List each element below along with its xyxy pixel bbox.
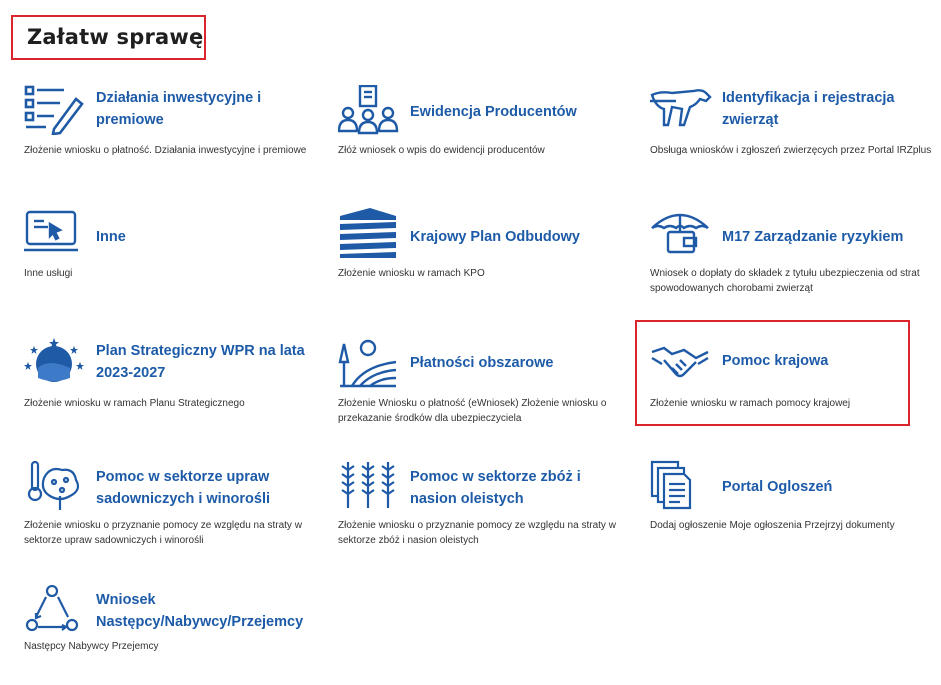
tile-description: Złożenie wniosku o przyznanie pomocy ze …: [338, 520, 616, 546]
fruit-tree-thermometer-icon: [24, 460, 86, 510]
tile-title[interactable]: Pomoc w sektorze zbóż i nasion oleistych: [410, 466, 630, 510]
umbrella-wallet-icon: [650, 208, 712, 258]
cow-icon: [650, 85, 712, 135]
tile-description: Złożenie wniosku o przyznanie pomocy ze …: [24, 520, 302, 546]
tile-title[interactable]: Pomoc krajowa: [722, 350, 941, 372]
tile-description: Złożenie wniosku o płatność. Działania i…: [24, 145, 307, 156]
tile-title[interactable]: Identyfikacja i rejestracja zwierząt: [722, 87, 941, 131]
tile-description: Złożenie wniosku w ramach KPO: [338, 268, 485, 279]
field-landscape-icon: [338, 338, 400, 388]
tile-pomoc-sadownicze-winorosli[interactable]: Pomoc w sektorze upraw sadowniczych i wi…: [24, 460, 324, 560]
tile-identyfikacja-rejestracja[interactable]: Identyfikacja i rejestracja zwierząt Obs…: [650, 85, 941, 185]
tile-plan-strategiczny-wpr[interactable]: Plan Strategiczny WPR na lata 2023-2027 …: [24, 338, 324, 438]
kpo-logo-icon: [338, 208, 400, 258]
tile-title[interactable]: Wniosek Następcy/Nabywcy/Przejemcy: [96, 589, 316, 633]
tile-description: Złożenie Wniosku o płatność (eWniosek) Z…: [338, 398, 607, 424]
tile-pomoc-zboz-nasion-oleistych[interactable]: Pomoc w sektorze zbóż i nasion oleistych…: [338, 460, 638, 560]
cycle-people-icon: [24, 584, 86, 635]
tile-pomoc-krajowa[interactable]: Pomoc krajowa Złożenie wniosku w ramach …: [650, 338, 941, 438]
tile-description: Następcy Nabywcy Przejemcy: [24, 641, 159, 652]
tile-description: Złóż wniosek o wpis do ewidencji produce…: [338, 145, 545, 156]
tile-title[interactable]: Płatności obszarowe: [410, 352, 630, 374]
wheat-icon: [338, 460, 400, 510]
tile-ewidencja-producentow[interactable]: Ewidencja Producentów Złóż wniosek o wpi…: [337, 84, 638, 185]
tile-title[interactable]: Działania inwestycyjne i premiowe: [96, 87, 316, 131]
tile-inne[interactable]: Inne Inne usługi: [24, 208, 324, 308]
laptop-cursor-icon: [24, 208, 86, 258]
tile-title[interactable]: Krajowy Plan Odbudowy: [410, 226, 630, 248]
eu-emblem-icon: [24, 338, 86, 388]
tile-title[interactable]: Portal Ogloszeń: [722, 476, 941, 498]
list-pencil-icon: [24, 85, 86, 136]
documents-stack-icon: [650, 460, 712, 510]
tile-portal-ogloszen[interactable]: Portal Ogloszeń Dodaj ogłoszenie Moje og…: [650, 460, 941, 560]
page-title-box: Załatw sprawę: [11, 15, 206, 60]
people-document-icon: [337, 84, 400, 135]
tile-title[interactable]: Plan Strategiczny WPR na lata 2023-2027: [96, 340, 316, 384]
tile-description: Złożenie wniosku w ramach pomocy krajowe…: [650, 398, 851, 409]
tile-wniosek-nastepcy[interactable]: Wniosek Następcy/Nabywcy/Przejemcy Nastę…: [24, 584, 324, 685]
tile-description: Złożenie wniosku w ramach Planu Strategi…: [24, 398, 245, 409]
tile-description: Obsługa wniosków i zgłoszeń zwierzęcych …: [650, 145, 932, 156]
tile-platnosci-obszarowe[interactable]: Płatności obszarowe Złożenie Wniosku o p…: [338, 338, 638, 438]
tile-m17-zarzadzanie-ryzykiem[interactable]: M17 Zarządzanie ryzykiem Wniosek o dopła…: [650, 208, 941, 308]
tile-krajowy-plan-odbudowy[interactable]: Krajowy Plan Odbudowy Złożenie wniosku w…: [338, 208, 638, 308]
tile-title[interactable]: Ewidencja Producentów: [410, 101, 630, 123]
tile-description: Dodaj ogłoszenie Moje ogłoszenia Przejrz…: [650, 520, 895, 531]
tile-title[interactable]: M17 Zarządzanie ryzykiem: [722, 226, 941, 248]
tile-description: Inne usługi: [24, 268, 73, 279]
tile-description: Wniosek o dopłaty do składek z tytułu ub…: [650, 268, 920, 294]
page-title: Załatw sprawę: [27, 25, 204, 49]
tile-title[interactable]: Inne: [96, 226, 316, 248]
tile-dzialania-inwestycyjne[interactable]: Działania inwestycyjne i premiowe Złożen…: [24, 85, 324, 185]
tile-title[interactable]: Pomoc w sektorze upraw sadowniczych i wi…: [96, 466, 316, 510]
handshake-icon: [650, 338, 712, 388]
